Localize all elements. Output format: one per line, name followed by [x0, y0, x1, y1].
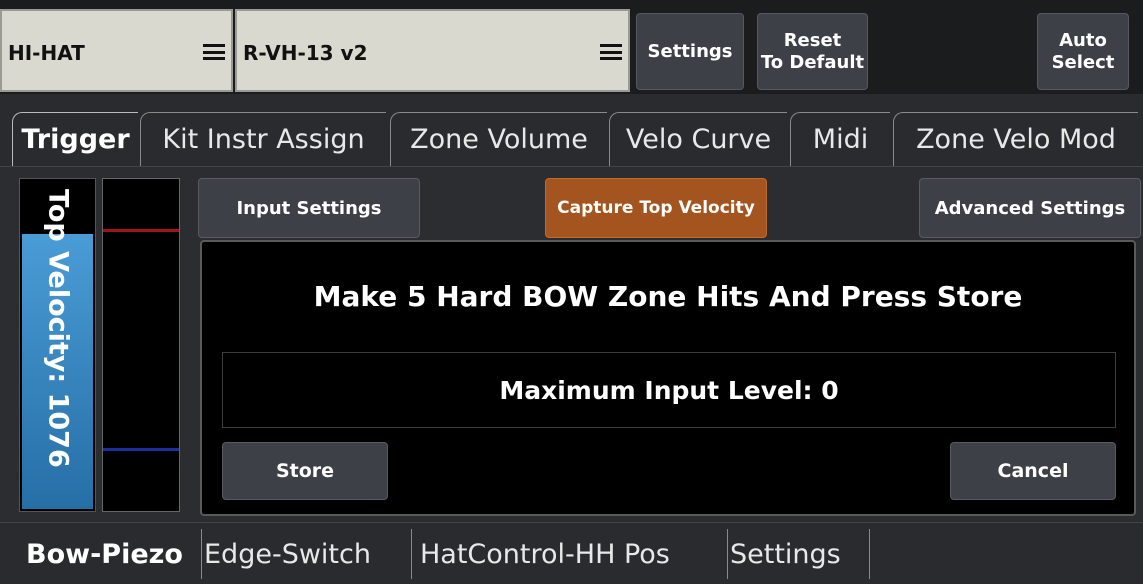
tab-velo-curve[interactable]: Velo Curve: [609, 112, 787, 166]
tab-settings[interactable]: Settings: [730, 529, 870, 579]
kit-selector[interactable]: R-VH-13 v2: [235, 9, 630, 92]
bottom-threshold-marker: [103, 448, 179, 451]
advanced-settings-button[interactable]: Advanced Settings: [919, 178, 1141, 238]
capture-top-velocity-button[interactable]: Capture Top Velocity: [545, 178, 767, 238]
top-threshold-marker: [103, 229, 179, 232]
instrument-selector-value: HI-HAT: [8, 41, 85, 65]
settings-button[interactable]: Settings: [636, 13, 744, 90]
hamburger-menu-icon[interactable]: [600, 44, 622, 60]
cancel-button[interactable]: Cancel: [950, 442, 1116, 500]
tab-zone-velo-mod[interactable]: Zone Velo Mod: [893, 112, 1138, 166]
main-tab-bar: Trigger Kit Instr Assign Zone Volume Vel…: [0, 94, 1143, 167]
tab-hatcontrol-hh-pos[interactable]: HatControl-HH Pos: [416, 529, 728, 579]
tab-bow-piezo[interactable]: Bow-Piezo: [14, 529, 202, 579]
top-velocity-label: Top Velocity: 1076: [42, 189, 74, 468]
input-level-meter: [102, 178, 180, 512]
tab-midi[interactable]: Midi: [790, 112, 890, 166]
kit-selector-value: R-VH-13 v2: [243, 41, 368, 65]
input-settings-button[interactable]: Input Settings: [198, 178, 420, 238]
tab-kit-instr-assign[interactable]: Kit Instr Assign: [140, 112, 386, 166]
hamburger-menu-icon[interactable]: [203, 44, 225, 60]
capture-dialog-panel: Make 5 Hard BOW Zone Hits And Press Stor…: [200, 240, 1136, 516]
store-button[interactable]: Store: [222, 442, 388, 500]
capture-instruction: Make 5 Hard BOW Zone Hits And Press Stor…: [313, 280, 1023, 313]
tab-zone-volume[interactable]: Zone Volume: [390, 112, 607, 166]
reset-to-default-button[interactable]: Reset To Default: [757, 13, 868, 90]
auto-select-button[interactable]: Auto Select: [1037, 13, 1129, 90]
instrument-selector[interactable]: HI-HAT: [0, 9, 233, 92]
tab-edge-switch[interactable]: Edge-Switch: [204, 529, 412, 579]
top-velocity-meter: Top Velocity: 1076: [19, 178, 96, 512]
zone-tab-bar: Bow-Piezo Edge-Switch HatControl-HH Pos …: [0, 522, 1143, 584]
max-input-level: Maximum Input Level: 0: [222, 352, 1116, 428]
tab-trigger[interactable]: Trigger: [12, 112, 138, 166]
